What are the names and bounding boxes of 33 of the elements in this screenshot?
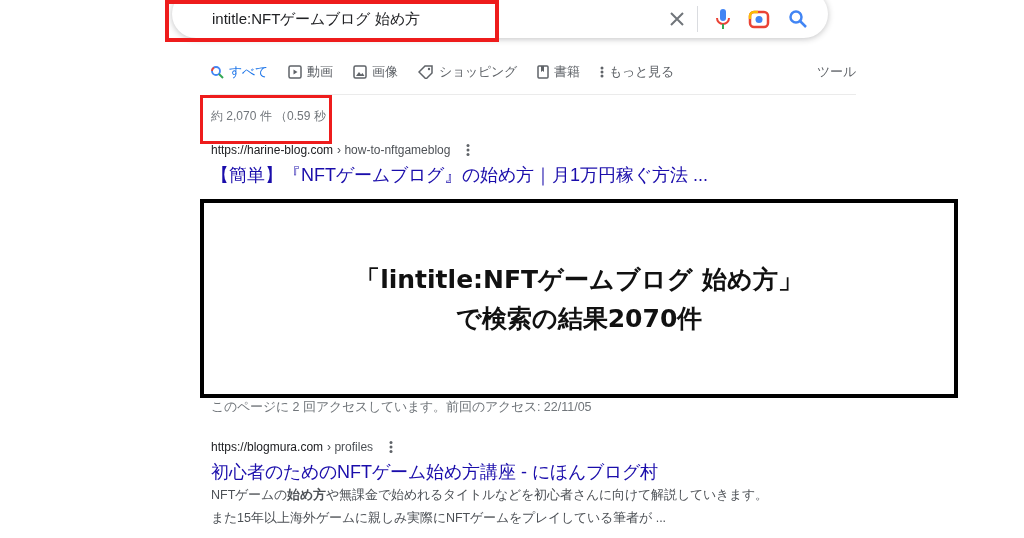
search-tab[interactable]: 画像: [353, 63, 398, 81]
image-icon: [353, 65, 367, 79]
search-icon[interactable]: [788, 9, 808, 29]
result-title-link[interactable]: 初心者のためのNFTゲーム始め方講座 - にほんブログ村: [211, 460, 1024, 484]
search-field[interactable]: intitle:NFTゲームブログ 始め方: [172, 0, 828, 38]
result-count: 約 2,070 件 （0.59 秒: [211, 108, 326, 125]
search-icon: [210, 65, 224, 79]
more-options-icon[interactable]: [466, 143, 471, 157]
search-tab[interactable]: ショッピング: [418, 63, 517, 81]
result-title-link[interactable]: 【簡単】『NFTゲームブログ』の始め方｜月1万円稼ぐ方法 ...: [211, 163, 1024, 187]
camera-icon[interactable]: [748, 9, 770, 29]
more-options-icon[interactable]: [389, 440, 394, 454]
search-tab[interactable]: 書籍: [537, 63, 580, 81]
annotation-text: で検索の結果2070件: [455, 302, 703, 335]
more-icon: [600, 65, 604, 79]
tools-button[interactable]: ツール: [817, 63, 856, 81]
book-icon: [537, 65, 549, 79]
search-tab[interactable]: すべて: [210, 63, 268, 81]
visit-note: このページに 2 回アクセスしています。前回のアクセス: 22/11/05: [211, 399, 593, 416]
result-url: https://harine-blog.com: [211, 143, 334, 157]
microphone-icon[interactable]: [716, 8, 730, 30]
result-snippet: また15年以上海外ゲームに親しみ実際にNFTゲームをプレイしている筆者が ...: [211, 510, 668, 527]
search-tab[interactable]: 動画: [288, 63, 333, 81]
search-tab[interactable]: もっと見る: [600, 63, 674, 81]
result-path: › profiles: [327, 440, 374, 454]
tag-icon: [418, 65, 434, 79]
annotation-text: 「lintitle:NFTゲームブログ 始め方」: [355, 263, 803, 296]
result-url: https://blogmura.com: [211, 440, 324, 454]
play-icon: [288, 65, 302, 79]
search-query: intitle:NFTゲームブログ 始め方: [212, 9, 421, 29]
result-snippet: NFTゲームの始め方や無課金で始めれるタイトルなどを初心者さんに向けて解説していきます。: [211, 486, 770, 504]
result-path: › how-to-nftgameblog: [337, 143, 451, 157]
close-icon[interactable]: [669, 11, 685, 27]
